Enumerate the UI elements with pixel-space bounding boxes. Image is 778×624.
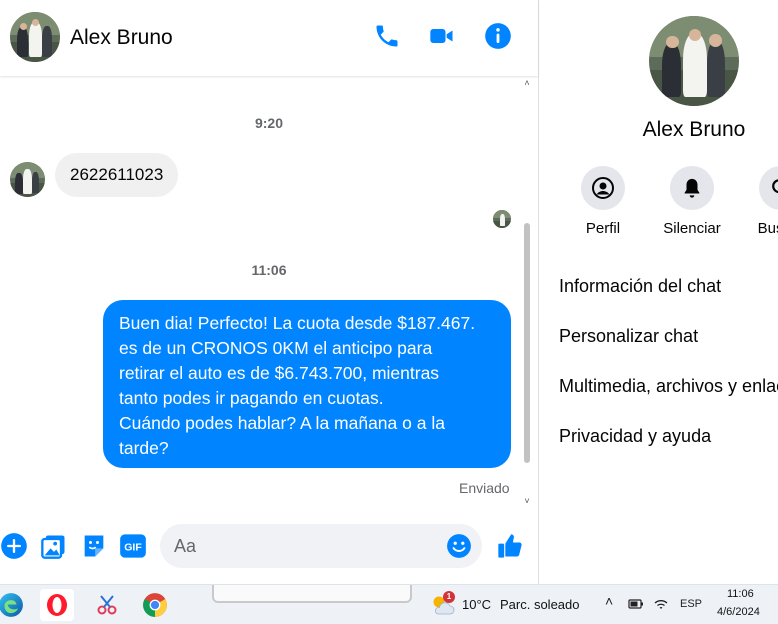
chat-header: Alex Bruno [0,0,538,76]
message-input[interactable] [174,535,434,557]
weather-description[interactable]: Parc. soleado [500,597,580,612]
edge-icon [0,593,23,617]
profile-picture[interactable] [649,16,739,106]
search-icon [772,179,778,194]
search-action[interactable]: Buscar [741,166,778,237]
profile-action[interactable]: Perfil [563,166,643,237]
chrome-icon [143,593,167,617]
weather-badge: 1 [443,591,455,603]
sticker-icon[interactable] [80,532,108,560]
info-icon[interactable] [484,22,512,50]
profile-name: Alex Bruno [642,118,746,141]
language-indicator[interactable]: ESP [680,598,702,610]
mute-action-label: Silenciar [663,220,721,237]
sender-avatar [10,162,45,197]
video-camera-icon[interactable] [428,22,456,50]
media-files-row[interactable]: Multimedia, archivos y enlaces [559,376,778,397]
contact-name[interactable]: Alex Bruno [70,26,173,50]
phone-icon[interactable] [373,22,401,50]
chat-info-panel: Alex Bruno Perfil Silenciar Bu Informaci… [539,0,778,584]
message-input-box[interactable] [160,524,482,568]
incoming-message[interactable]: 2622611023 [55,153,179,197]
snipping-tool-icon [97,595,117,615]
taskbar-app-chrome[interactable] [138,589,172,621]
messenger-window: Alex Bruno 9:20 2622611023 11:06 Buen di… [0,0,778,584]
image-icon[interactable] [40,532,68,560]
chat-scrollbar[interactable]: ˄ ˅ [522,78,532,510]
weather-temperature[interactable]: 10°C [462,597,491,612]
gif-label: GIF [124,542,142,554]
taskbar-app-snipping[interactable] [90,589,124,621]
chat-pane: Alex Bruno 9:20 2622611023 11:06 Buen di… [0,0,538,584]
taskbar-app-opera[interactable] [40,589,74,621]
clock-time[interactable]: 11:06 [727,588,754,600]
profile-icon [592,177,614,199]
customize-chat-row[interactable]: Personalizar chat [559,326,778,347]
bell-icon [684,178,700,198]
wifi-icon[interactable] [653,597,669,611]
battery-icon[interactable] [628,597,644,611]
clock-date[interactable]: 4/6/2024 [717,606,760,618]
plus-icon[interactable] [0,532,28,560]
search-action-label: Buscar [757,220,778,237]
message-status: Enviado [459,480,510,496]
profile-action-label: Perfil [585,220,621,237]
chat-info-row[interactable]: Información del chat [559,276,778,297]
taskbar: 1 10°C Parc. soleado ˄ ESP 11:06 4/6/202… [0,584,778,624]
gif-icon[interactable]: GIF [119,532,147,560]
message-composer: GIF [0,520,538,574]
contact-avatar[interactable] [10,12,60,62]
window-preview-edge [212,585,412,603]
privacy-help-row[interactable]: Privacidad y ayuda [559,426,778,447]
outgoing-message-text: Buen dia! Perfecto! La cuota desde $187.… [119,313,476,458]
mute-action[interactable]: Silenciar [652,166,732,237]
taskbar-app-edge[interactable] [0,589,28,621]
scroll-thumb[interactable] [524,223,530,463]
scroll-up-arrow-icon[interactable]: ˄ [522,78,532,88]
emoji-icon[interactable] [446,533,472,559]
outgoing-message[interactable]: Buen dia! Perfecto! La cuota desde $187.… [103,300,511,468]
read-receipt-avatar [493,210,511,228]
like-icon[interactable] [496,532,524,560]
timestamp-separator: 9:20 [254,115,284,131]
scroll-down-arrow-icon[interactable]: ˅ [522,496,532,506]
chevron-up-icon[interactable]: ˄ [605,593,613,609]
opera-icon [47,594,67,616]
timestamp-separator: 11:06 [251,262,287,278]
